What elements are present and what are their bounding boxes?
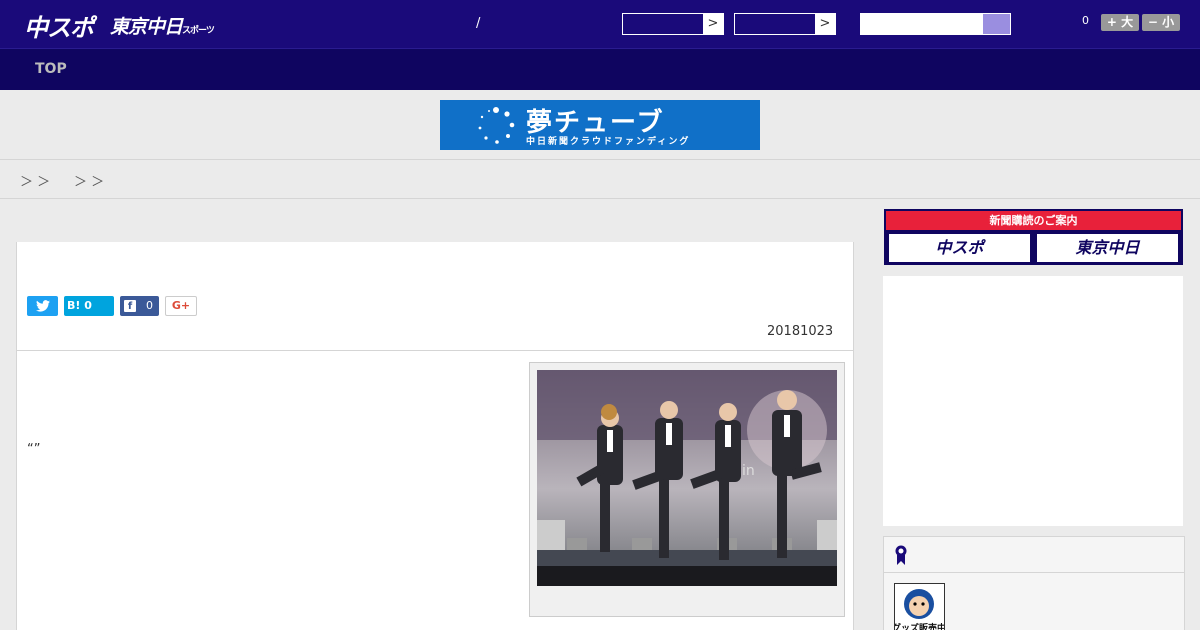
hatena-bookmark-button[interactable]: B! 0 <box>64 296 114 316</box>
twitter-share-button[interactable] <box>27 296 58 316</box>
subscribe-tokyo-button[interactable]: 東京中日 <box>1036 233 1179 263</box>
select-box-1[interactable]: > <box>622 13 724 35</box>
article-photo-frame: in <box>529 362 845 617</box>
article-card: B! 0 f 0 G+ 20181023 “” in <box>16 242 854 630</box>
google-plus-share-button[interactable]: G+ <box>165 296 197 316</box>
goods-thumbnail[interactable]: グッズ販売中 <box>892 583 946 630</box>
global-nav: TOP <box>0 48 1200 90</box>
site-header: 中スポ 東京中日スポーツ / > > 0 + 大 − 小 <box>0 0 1200 48</box>
breadcrumb-separator: ＞ ＞ <box>20 175 51 190</box>
subscribe-chuspo-button[interactable]: 中スポ <box>888 233 1031 263</box>
chevron-right-icon[interactable]: > <box>815 14 835 34</box>
newspaper-subscription-box: 新聞購読のご案内 中スポ 東京中日 <box>884 209 1183 265</box>
facebook-icon: f <box>124 300 136 312</box>
tokyo-logo-small: スポーツ <box>182 26 215 36</box>
breadcrumb: ＞ ＞ ＞ ＞ <box>0 161 1200 199</box>
article-date: 20181023 <box>767 324 834 339</box>
facebook-share-button[interactable]: f 0 <box>120 296 159 316</box>
banner-subtitle: 中日新聞クラウドファンディング <box>526 137 691 147</box>
chuspo-logo[interactable]: 中スポ <box>24 8 94 43</box>
subscription-header: 新聞購読のご案内 <box>886 211 1181 230</box>
nav-item-top[interactable]: TOP <box>35 61 67 77</box>
banner-area: 夢チューブ 中日新聞クラウドファンディング <box>0 90 1200 160</box>
article-divider <box>17 350 853 351</box>
font-larger-button[interactable]: + 大 <box>1101 14 1139 31</box>
chevron-right-icon[interactable]: > <box>703 14 723 34</box>
sidebar-ad-slot[interactable] <box>883 276 1183 526</box>
ranking-header <box>884 537 1184 573</box>
breadcrumb-separator: ＞ ＞ <box>74 175 105 190</box>
yume-tube-banner[interactable]: 夢チューブ 中日新聞クラウドファンディング <box>440 100 760 150</box>
twitter-icon <box>35 300 50 312</box>
ranking-box: グッズ販売中 <box>883 536 1185 630</box>
svg-text:in: in <box>742 463 755 479</box>
ribbon-icon <box>895 545 907 565</box>
goods-label: グッズ販売中 <box>895 622 944 630</box>
stage-photo-image: in <box>537 370 837 586</box>
search-button[interactable] <box>982 13 1011 35</box>
facebook-share-count: 0 <box>146 299 153 312</box>
header-slash: / <box>476 16 481 31</box>
font-smaller-button[interactable]: − 小 <box>1142 14 1180 31</box>
tokyo-chunichi-logo[interactable]: 東京中日スポーツ <box>110 12 215 39</box>
article-quote: “” <box>27 442 41 457</box>
dots-circle-icon <box>478 107 515 144</box>
mascot-icon: グッズ販売中 <box>892 584 946 630</box>
select-box-2[interactable]: > <box>734 13 836 35</box>
search-input[interactable] <box>860 13 984 35</box>
font-size-count: 0 <box>1082 14 1089 27</box>
tokyo-logo-text: 東京中日 <box>110 16 183 38</box>
article-photo[interactable]: in <box>537 370 837 586</box>
